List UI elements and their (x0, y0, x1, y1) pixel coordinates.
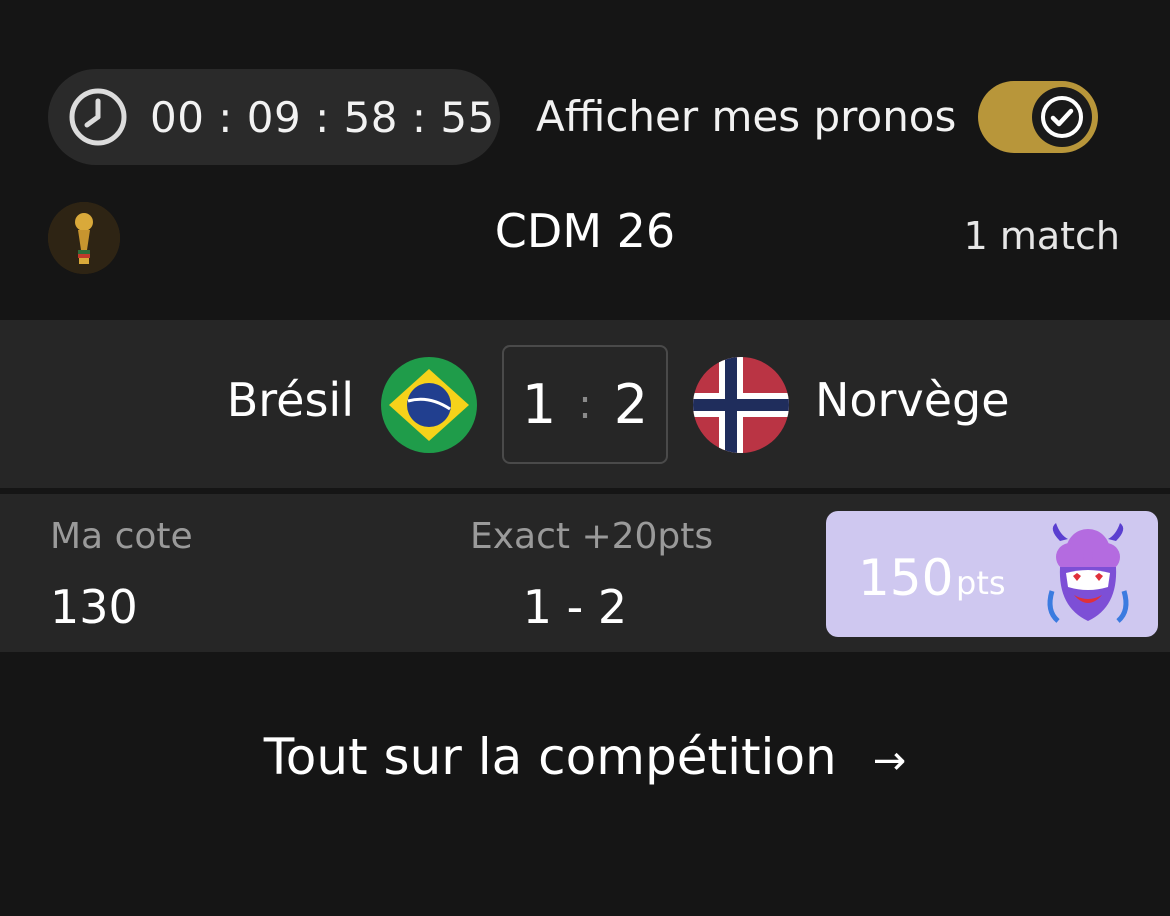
norway-flag-icon (693, 357, 789, 453)
score-separator: : (578, 381, 592, 428)
toggle-knob[interactable] (1032, 87, 1092, 147)
points-value: 150 (858, 549, 954, 607)
mascot-icon (1047, 523, 1129, 623)
competition-details-link[interactable]: Tout sur la compétition → (0, 728, 1170, 786)
score-box: 1 : 2 (502, 345, 668, 464)
arrow-right-icon[interactable]: → (873, 738, 907, 784)
away-team-name: Norvège (815, 373, 1010, 427)
show-predictions-label: Afficher mes pronos (536, 92, 957, 141)
match-count: 1 match (963, 214, 1120, 258)
away-score: 2 (613, 373, 649, 436)
exact-bonus-label: Exact +20pts (470, 516, 714, 557)
show-predictions-toggle[interactable] (978, 81, 1098, 153)
points-unit: pts (956, 564, 1006, 602)
countdown-timer: 00 : 09 : 58 : 55 (48, 69, 500, 165)
competition-details-label[interactable]: Tout sur la compétition (264, 728, 837, 786)
countdown-value: 00 : 09 : 58 : 55 (150, 92, 495, 142)
home-score: 1 (521, 373, 557, 436)
clock-icon (69, 88, 127, 146)
home-team-name: Brésil (226, 373, 354, 427)
check-icon (1041, 96, 1083, 138)
brazil-flag-icon (381, 357, 477, 453)
points-card[interactable]: 150 pts (826, 511, 1158, 637)
my-odds-label: Ma cote (50, 516, 193, 557)
